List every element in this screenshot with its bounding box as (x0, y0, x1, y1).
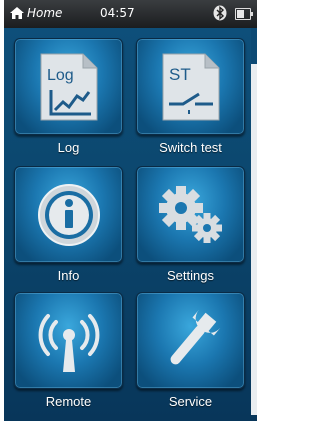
remote-tile[interactable]: Remote (14, 292, 123, 417)
home-icon (10, 7, 24, 19)
switch-test-tile[interactable]: ST Switch test (136, 38, 245, 163)
info-tile[interactable]: Info (14, 166, 123, 291)
antenna-icon (38, 313, 99, 372)
remote-label: Remote (45, 394, 92, 409)
service-tile[interactable]: Service (136, 292, 245, 417)
settings-button[interactable] (136, 166, 245, 263)
info-button[interactable] (14, 166, 123, 263)
device-screen: Home 04:57 Log Log ST Switch test Info S… (4, 0, 257, 421)
switch-test-document-icon: ST (162, 53, 219, 120)
home-label: Home (27, 6, 63, 20)
battery-icon (235, 8, 253, 20)
switch-test-label: Switch test (159, 140, 222, 155)
info-icon (37, 183, 100, 246)
home-indicator[interactable]: Home (10, 6, 62, 20)
status-bar: Home 04:57 (4, 0, 257, 28)
log-button[interactable]: Log (14, 38, 123, 135)
service-button[interactable] (136, 292, 245, 389)
remote-button[interactable] (14, 292, 123, 389)
settings-tile[interactable]: Settings (136, 166, 245, 291)
bluetooth-icon (213, 5, 227, 21)
service-label: Service (168, 394, 213, 409)
scrollbar[interactable] (251, 28, 257, 415)
log-doc-text: Log (47, 67, 74, 84)
battery-level (237, 10, 244, 18)
main-menu: Log Log ST Switch test Info Settings Rem… (4, 28, 257, 421)
info-label: Info (57, 268, 80, 283)
clock: 04:57 (100, 6, 135, 20)
wrench-icon (170, 309, 220, 364)
log-tile[interactable]: Log Log (14, 38, 123, 163)
log-document-icon: Log (40, 53, 97, 120)
switch-test-doc-text: ST (169, 65, 191, 84)
switch-test-button[interactable]: ST (136, 38, 245, 135)
log-label: Log (57, 140, 80, 155)
settings-label: Settings (167, 268, 214, 283)
gears-icon (158, 185, 222, 243)
